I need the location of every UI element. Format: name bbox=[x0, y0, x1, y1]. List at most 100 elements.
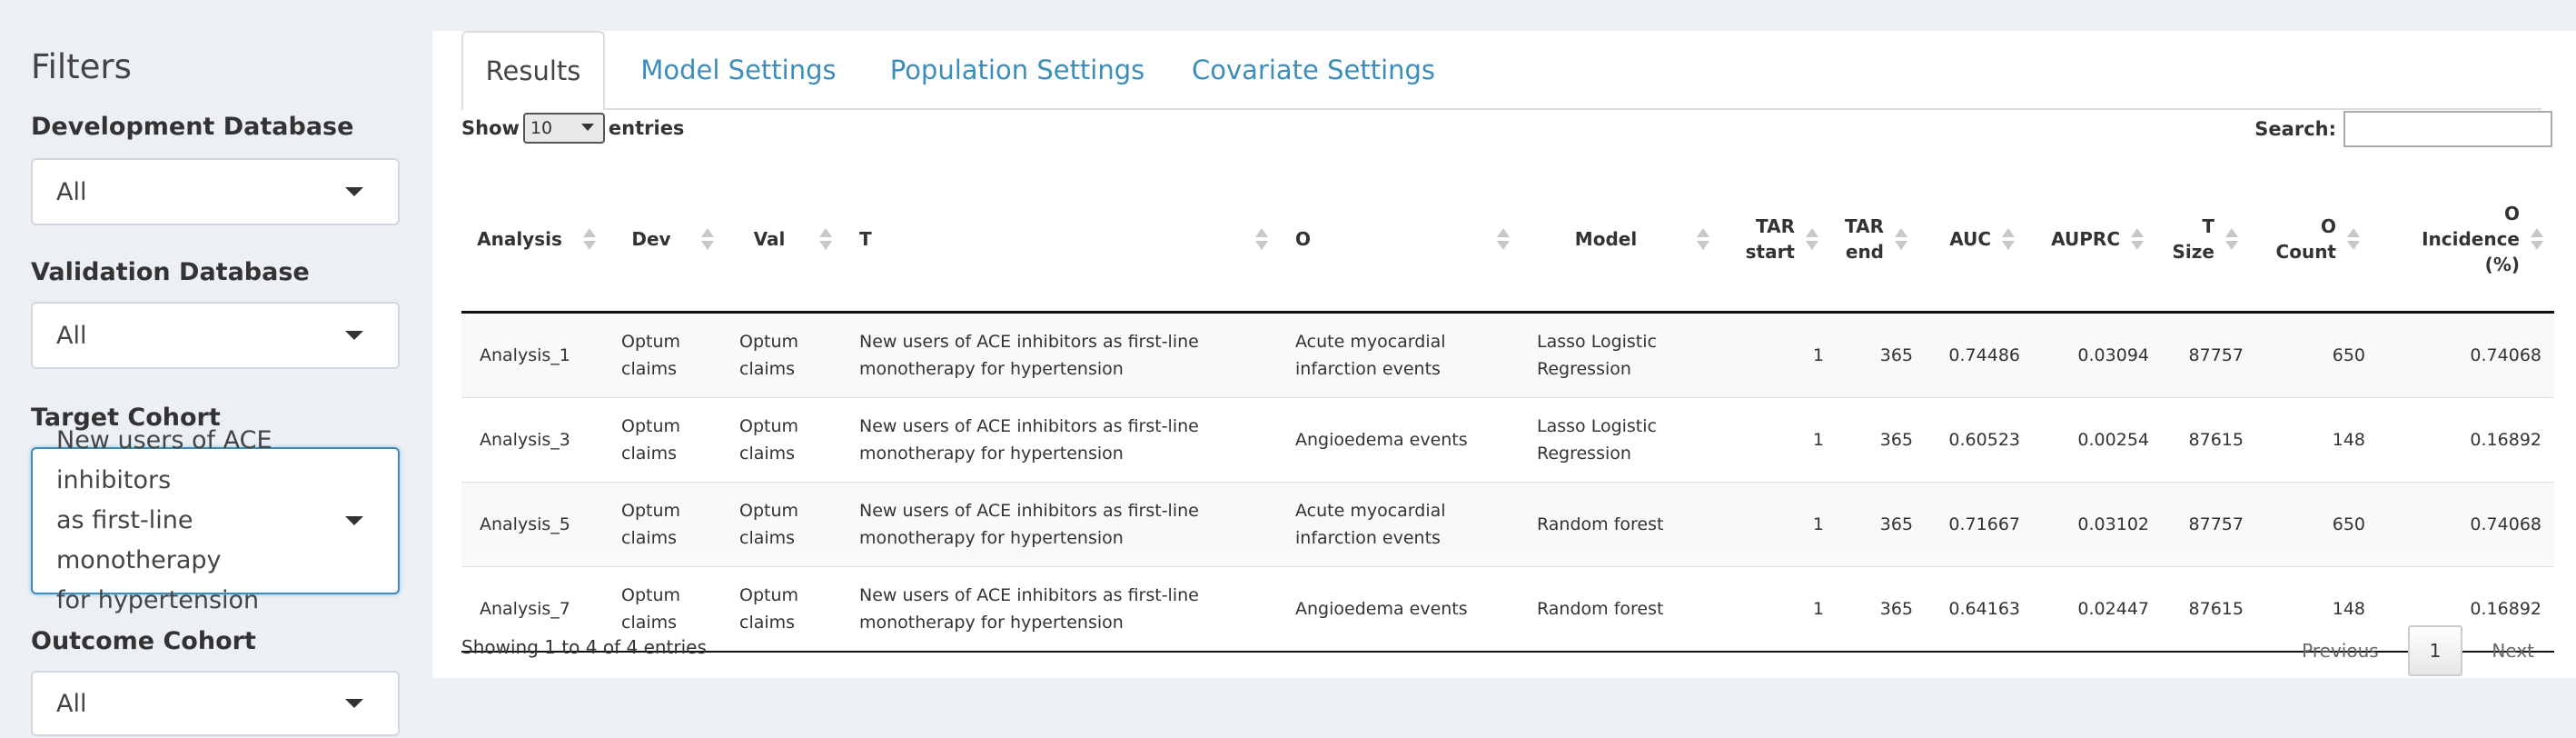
filters-sidebar: Filters Development Database All Validat… bbox=[0, 0, 427, 738]
column-header-auprc[interactable]: AUPRC bbox=[2026, 167, 2155, 314]
sort-both-icon bbox=[2225, 226, 2238, 252]
results-table: Analysis Dev Val T O Model TAR start TAR e… bbox=[461, 167, 2554, 653]
cell-tar-start: 1 bbox=[1720, 312, 1829, 398]
cell-tar-end: 365 bbox=[1829, 482, 1918, 567]
pagination: Previous 1 Next bbox=[2285, 625, 2551, 676]
cell-val: Optum claims bbox=[725, 566, 843, 653]
tab-population-settings[interactable]: Population Settings bbox=[872, 31, 1163, 109]
show-label: Show bbox=[461, 117, 520, 139]
filters-title: Filters bbox=[31, 47, 132, 86]
table-row[interactable]: Analysis_3 Optum claims Optum claims New u… bbox=[461, 397, 2554, 483]
cell-t-size: 87615 bbox=[2155, 566, 2249, 653]
cell-o: Acute myocardial infarction events bbox=[1279, 312, 1521, 398]
cell-model: Lasso Logistic Regression bbox=[1521, 312, 1720, 398]
sort-both-icon bbox=[583, 226, 596, 252]
sort-both-icon bbox=[2347, 226, 2360, 252]
entries-label: entries bbox=[608, 117, 685, 139]
cell-tar-end: 365 bbox=[1829, 312, 1918, 398]
column-header-val[interactable]: Val bbox=[725, 167, 843, 314]
column-header-analysis[interactable]: Analysis bbox=[461, 167, 607, 314]
cell-tar-start: 1 bbox=[1720, 397, 1829, 483]
outcome-cohort-value: All bbox=[56, 689, 87, 718]
sort-both-icon bbox=[2531, 226, 2543, 252]
cell-tar-end: 365 bbox=[1829, 566, 1918, 653]
outcome-cohort-label: Outcome Cohort bbox=[31, 627, 256, 655]
cell-tar-end: 365 bbox=[1829, 397, 1918, 483]
previous-page-button[interactable]: Previous bbox=[2285, 627, 2395, 674]
page-length-value: 10 bbox=[530, 118, 553, 138]
cell-auprc: 0.02447 bbox=[2026, 566, 2155, 653]
sort-both-icon bbox=[819, 226, 832, 252]
column-header-model[interactable]: Model bbox=[1521, 167, 1720, 314]
cell-val: Optum claims bbox=[725, 397, 843, 483]
column-header-auc[interactable]: AUC bbox=[1918, 167, 2026, 314]
cell-analysis: Analysis_3 bbox=[461, 397, 607, 483]
page-length-control: Show 10 entries bbox=[461, 113, 684, 144]
sort-both-icon bbox=[1255, 226, 1268, 252]
validation-database-label: Validation Database bbox=[31, 258, 310, 286]
cell-t: New users of ACE inhibitors as first-lin… bbox=[843, 397, 1279, 483]
tab-results[interactable]: Results bbox=[461, 31, 605, 109]
table-search: Search: bbox=[2254, 111, 2552, 147]
target-cohort-select[interactable]: New users of ACE inhibitors as first-lin… bbox=[31, 426, 400, 614]
cell-o-incidence: 0.74068 bbox=[2371, 312, 2554, 398]
cell-t-size: 87615 bbox=[2155, 397, 2249, 483]
cell-t-size: 87757 bbox=[2155, 312, 2249, 398]
cell-auprc: 0.03094 bbox=[2026, 312, 2155, 398]
table-row[interactable]: Analysis_1 Optum claims Optum claims New u… bbox=[461, 312, 2554, 398]
target-cohort-value-line: New users of ACE inhibitors bbox=[56, 426, 272, 494]
search-input[interactable] bbox=[2343, 111, 2552, 147]
column-header-t[interactable]: T bbox=[843, 167, 1279, 314]
caret-down-icon bbox=[580, 124, 594, 131]
page-1-button[interactable]: 1 bbox=[2407, 625, 2463, 676]
page-length-select[interactable]: 10 bbox=[522, 113, 605, 144]
column-header-dev[interactable]: Dev bbox=[607, 167, 725, 314]
cell-o: Angioedema events bbox=[1279, 566, 1521, 653]
cell-val: Optum claims bbox=[725, 312, 843, 398]
cell-analysis: Analysis_5 bbox=[461, 482, 607, 567]
caret-down-icon bbox=[345, 331, 363, 340]
cell-o: Acute myocardial infarction events bbox=[1279, 482, 1521, 567]
tab-covariate-settings[interactable]: Covariate Settings bbox=[1175, 31, 1451, 109]
cell-dev: Optum claims bbox=[607, 482, 725, 567]
cell-model: Random forest bbox=[1521, 482, 1720, 567]
results-panel: Results Model Settings Population Settin… bbox=[432, 31, 2576, 678]
column-header-o-incidence[interactable]: O Incidence (%) bbox=[2371, 167, 2554, 314]
cell-o-count: 148 bbox=[2249, 397, 2371, 483]
development-database-select[interactable]: All bbox=[31, 158, 400, 225]
outcome-cohort-select[interactable]: All bbox=[31, 671, 400, 736]
sort-both-icon bbox=[701, 226, 714, 252]
cell-analysis: Analysis_1 bbox=[461, 312, 607, 398]
cell-auprc: 0.00254 bbox=[2026, 397, 2155, 483]
table-header-row: Analysis Dev Val T O Model TAR start TAR e… bbox=[461, 167, 2554, 314]
target-cohort-value-line: as first-line monotherapy bbox=[56, 506, 222, 574]
sort-both-icon bbox=[2002, 226, 2015, 252]
column-header-t-size[interactable]: T Size bbox=[2155, 167, 2249, 314]
cell-t: New users of ACE inhibitors as first-lin… bbox=[843, 312, 1279, 398]
tab-bar: Results Model Settings Population Settin… bbox=[461, 31, 2551, 109]
cell-model: Random forest bbox=[1521, 566, 1720, 653]
table-row[interactable]: Analysis_5 Optum claims Optum claims New u… bbox=[461, 482, 2554, 567]
tab-model-settings[interactable]: Model Settings bbox=[616, 31, 861, 109]
cell-o-count: 650 bbox=[2249, 482, 2371, 567]
table-info: Showing 1 to 4 of 4 entries bbox=[461, 636, 707, 658]
search-label: Search: bbox=[2254, 118, 2336, 140]
column-header-o-count[interactable]: O Count bbox=[2249, 167, 2371, 314]
column-header-o[interactable]: O bbox=[1279, 167, 1521, 314]
cell-auprc: 0.03102 bbox=[2026, 482, 2155, 567]
cell-t: New users of ACE inhibitors as first-lin… bbox=[843, 566, 1279, 653]
cell-auc: 0.74486 bbox=[1918, 312, 2026, 398]
cell-auc: 0.60523 bbox=[1918, 397, 2026, 483]
validation-database-select[interactable]: All bbox=[31, 302, 400, 369]
validation-database-value: All bbox=[56, 321, 87, 350]
next-page-button[interactable]: Next bbox=[2475, 627, 2551, 674]
sort-both-icon bbox=[1895, 226, 1907, 252]
table-row[interactable]: Analysis_7 Optum claims Optum claims New u… bbox=[461, 566, 2554, 653]
column-header-tar-start[interactable]: TAR start bbox=[1720, 167, 1829, 314]
cell-t-size: 87757 bbox=[2155, 482, 2249, 567]
cell-o: Angioedema events bbox=[1279, 397, 1521, 483]
sort-both-icon bbox=[1806, 226, 1818, 252]
column-header-tar-end[interactable]: TAR end bbox=[1829, 167, 1918, 314]
cell-dev: Optum claims bbox=[607, 312, 725, 398]
cell-dev: Optum claims bbox=[607, 397, 725, 483]
